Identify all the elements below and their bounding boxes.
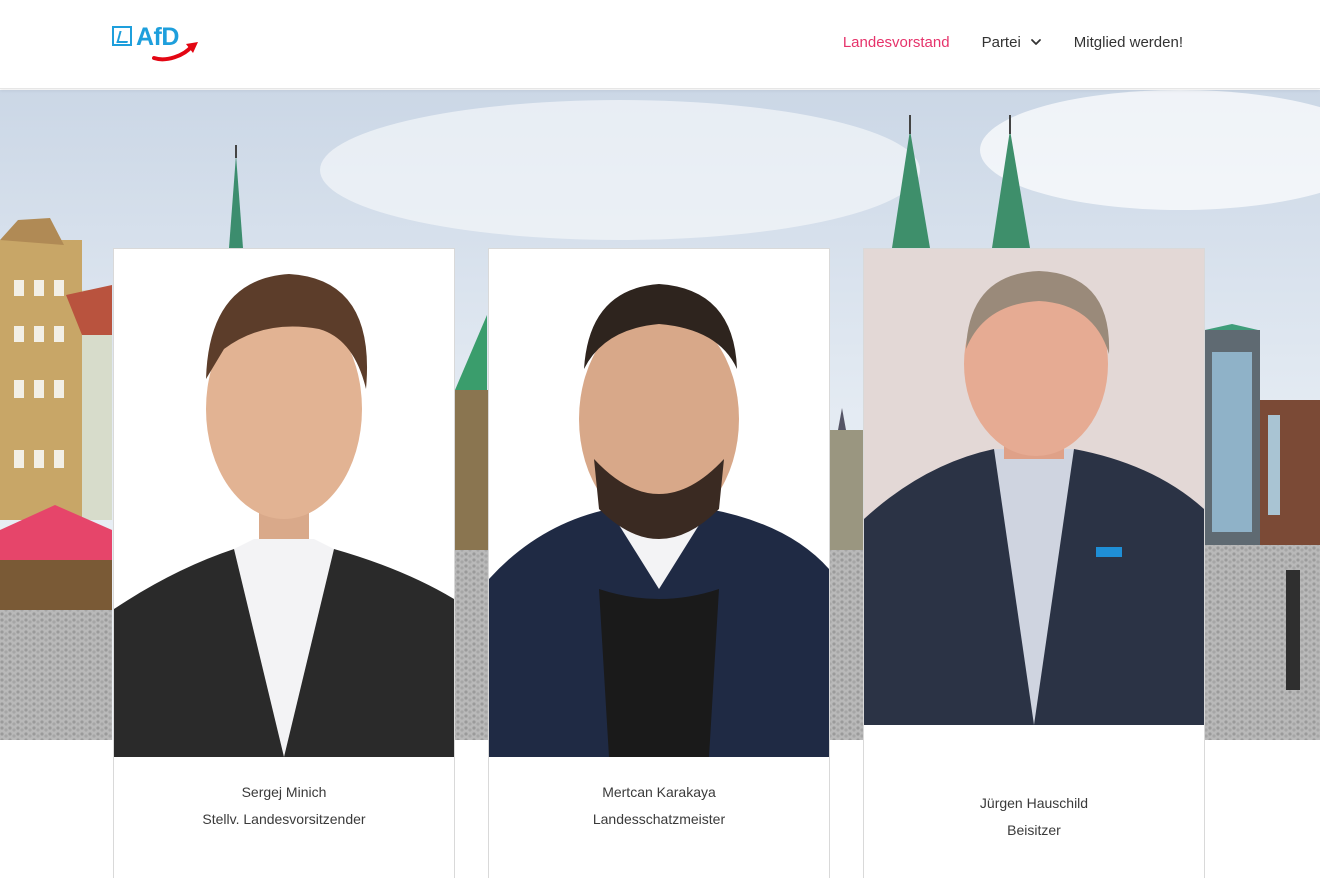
site-logo[interactable]: AfD — [112, 22, 204, 64]
member-name: Jürgen Hauschild — [979, 795, 1089, 811]
nav-item-mitglied-werden[interactable]: Mitglied werden! — [1074, 34, 1183, 51]
member-photo — [489, 249, 829, 757]
board-member-card: Mertcan Karakaya Landesschatzmeister — [488, 248, 830, 878]
main-nav: Landesvorstand Partei Mitglied werden! — [811, 0, 1183, 84]
board-member-card: Sergej Minich Stellv. Landesvorsitzender — [113, 248, 455, 878]
member-role: Landesschatzmeister — [592, 811, 726, 827]
member-photo — [864, 249, 1204, 725]
nav-item-label: Partei — [981, 33, 1021, 51]
member-info: Sergej Minich Stellv. Landesvorsitzender — [114, 757, 454, 833]
nav-item-landesvorstand[interactable]: Landesvorstand — [843, 34, 950, 51]
site-header: AfD Landesvorstand Partei Mitglied werde… — [0, 0, 1320, 89]
member-info: Jürgen Hauschild Beisitzer — [864, 725, 1204, 844]
logo-cross-icon — [112, 26, 132, 46]
nav-item-label: Mitglied werden! — [1073, 33, 1183, 51]
nav-item-label: Landesvorstand — [842, 33, 950, 51]
member-photo — [114, 249, 454, 757]
board-member-card: Jürgen Hauschild Beisitzer — [863, 248, 1205, 878]
logo-swoosh-icon — [152, 42, 198, 62]
member-role: Stellv. Landesvorsitzender — [202, 811, 366, 827]
member-name: Sergej Minich — [241, 784, 327, 800]
nav-item-partei[interactable]: Partei — [982, 34, 1042, 51]
member-info: Mertcan Karakaya Landesschatzmeister — [489, 757, 829, 833]
member-name: Mertcan Karakaya — [602, 784, 716, 800]
chevron-down-icon — [1030, 39, 1041, 45]
member-role: Beisitzer — [1007, 822, 1061, 838]
